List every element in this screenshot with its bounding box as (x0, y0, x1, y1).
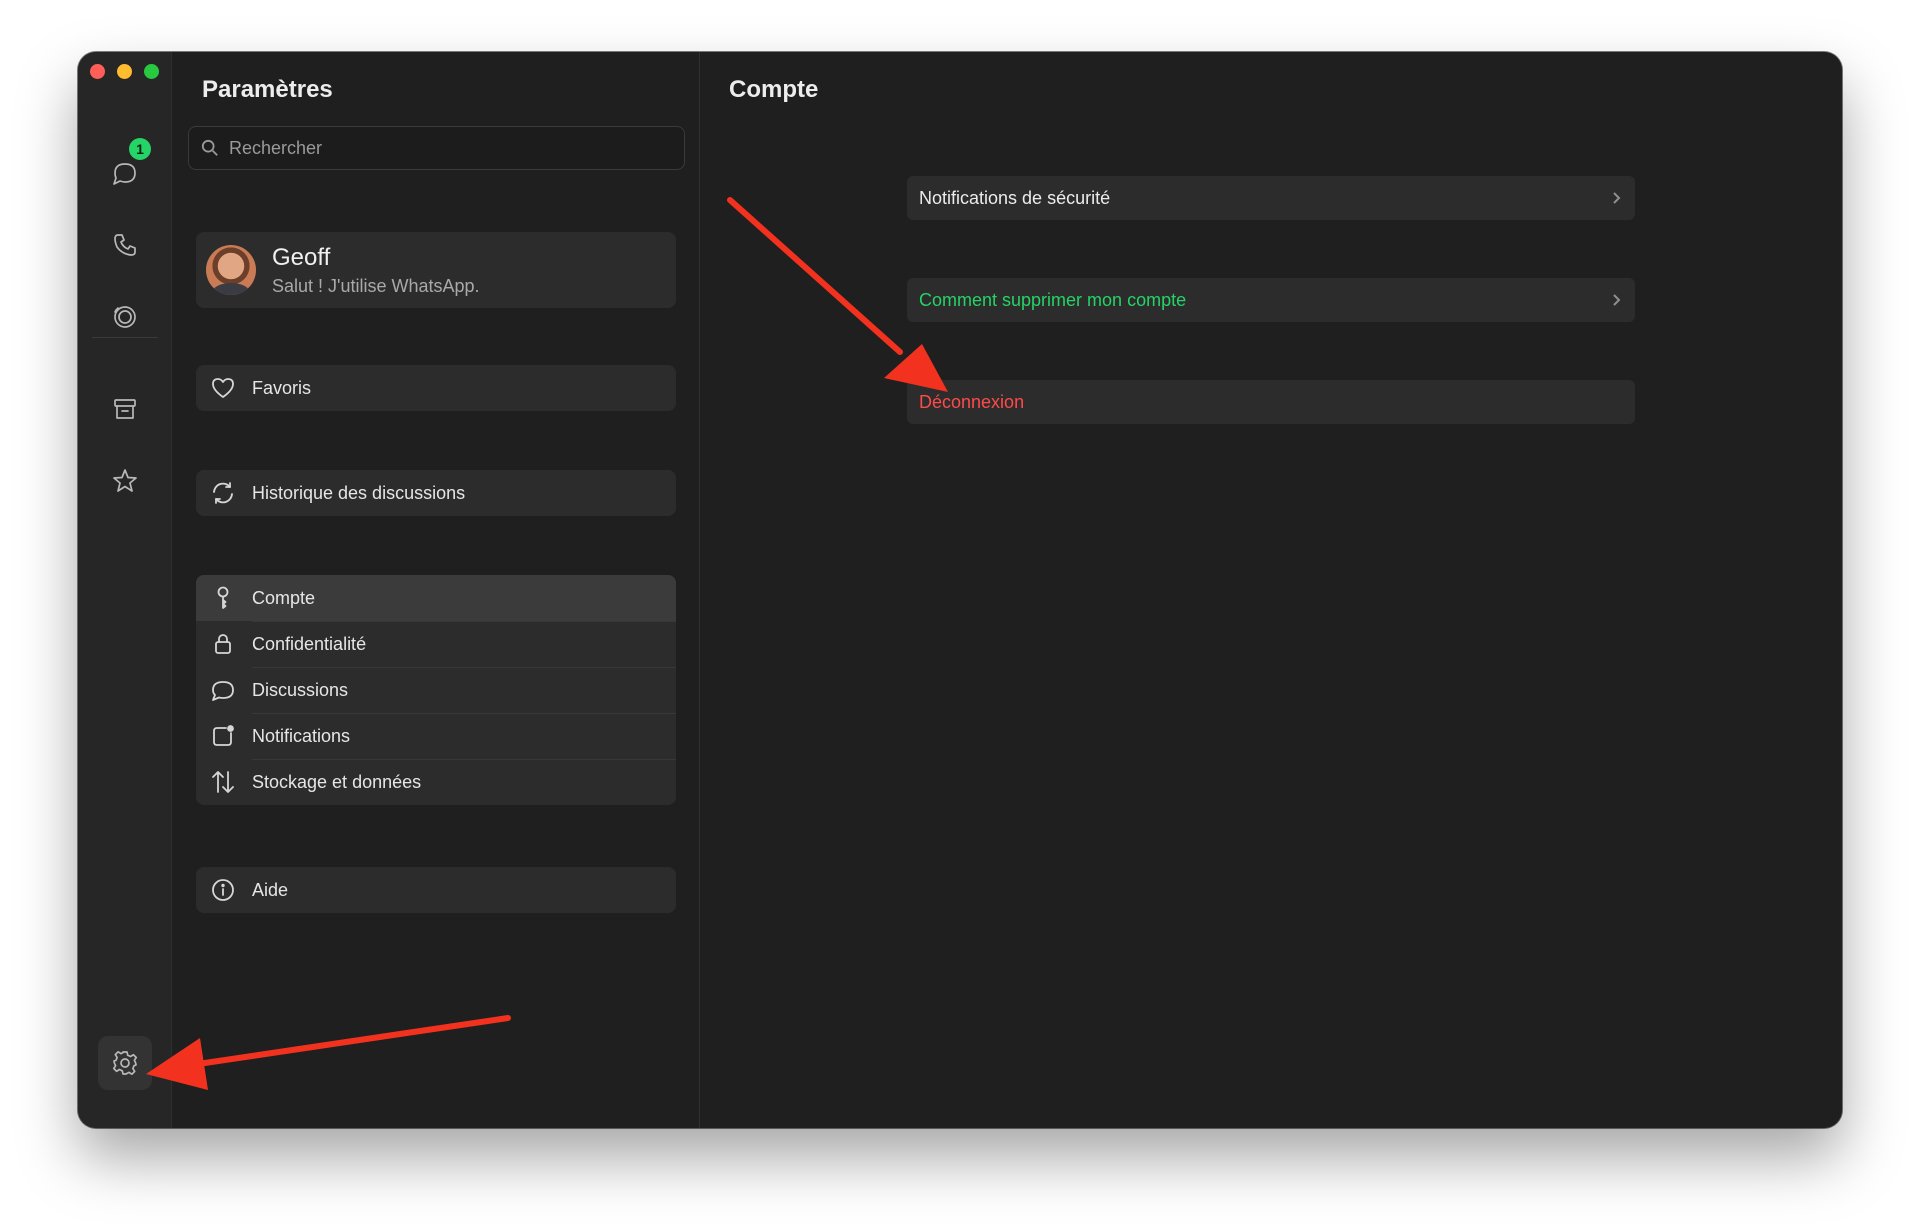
archive-button[interactable] (98, 382, 152, 436)
help-card: Aide (196, 867, 676, 913)
settings-item-label: Favoris (252, 377, 312, 398)
profile-name: Geoff (272, 243, 331, 271)
profile-status: Salut ! J'utilise WhatsApp. (272, 275, 480, 296)
phone-icon (114, 234, 136, 256)
archive-icon (114, 399, 136, 419)
minimize-window-button[interactable] (117, 64, 132, 79)
app-window: 1 Paramètres Rechercher Geoff Salut ! J'… (78, 52, 1842, 1128)
starred-button[interactable] (98, 454, 152, 508)
settings-item-help[interactable]: Aide (196, 867, 676, 913)
security-notifications-row[interactable]: Notifications de sécurité (907, 176, 1635, 220)
arrows-icon (212, 771, 234, 793)
logout-row[interactable]: Déconnexion (907, 380, 1635, 424)
settings-panel: Paramètres Geoff Salut ! J'utilise Whats… (172, 52, 700, 1128)
settings-item-history[interactable]: Historique des discussions (196, 470, 676, 516)
star-icon (113, 469, 137, 492)
settings-item-notifications[interactable]: Notifications (196, 713, 676, 759)
gear-icon (112, 1050, 138, 1076)
avatar (206, 245, 256, 295)
window-controls (90, 64, 159, 79)
profile-card[interactable]: Geoff Salut ! J'utilise WhatsApp. (196, 232, 676, 308)
lock-icon (215, 634, 231, 654)
panel-title: Paramètres (202, 76, 333, 103)
delete-account-row[interactable]: Comment supprimer mon compte (907, 278, 1635, 322)
zoom-window-button[interactable] (144, 64, 159, 79)
key-icon (217, 586, 229, 609)
chats-button[interactable]: 1 (98, 138, 152, 200)
settings-item-storage[interactable]: Stockage et données (196, 759, 676, 805)
settings-item-favorites[interactable]: Favoris (196, 365, 676, 411)
info-icon (212, 879, 234, 901)
search-box[interactable] (188, 126, 685, 170)
status-button[interactable] (98, 290, 152, 344)
unread-badge: 1 (129, 138, 151, 160)
settings-item-label: Notifications (252, 725, 351, 746)
detail-title: Compte (729, 76, 819, 103)
settings-item-account[interactable]: Compte (196, 575, 676, 621)
logout-label: Déconnexion (919, 391, 1025, 412)
settings-item-label: Confidentialité (252, 633, 367, 654)
sync-icon (213, 482, 233, 504)
favorites-card: Favoris (196, 365, 676, 411)
settings-button[interactable] (98, 1036, 152, 1090)
settings-item-label: Discussions (252, 679, 349, 700)
search-icon (201, 139, 218, 156)
detail-panel: Compte Notifications de sécurité Comment… (701, 52, 1842, 1128)
settings-item-discussions[interactable]: Discussions (196, 667, 676, 713)
account-group-card: Compte Confidentialité Discussions Notif… (196, 575, 676, 805)
chat-icon (113, 163, 136, 185)
close-window-button[interactable] (90, 64, 105, 79)
chevron-right-icon (1613, 192, 1621, 204)
search-input[interactable] (229, 137, 649, 159)
delete-account-label: Comment supprimer mon compte (919, 289, 1187, 310)
settings-item-privacy[interactable]: Confidentialité (196, 621, 676, 667)
chat-bubble-icon (212, 681, 234, 701)
left-rail: 1 (78, 52, 172, 1128)
security-notifications-label: Notifications de sécurité (919, 187, 1111, 208)
settings-item-label: Compte (252, 587, 316, 608)
settings-item-label: Historique des discussions (252, 482, 466, 503)
notification-icon (213, 725, 234, 746)
history-card: Historique des discussions (196, 470, 676, 516)
chevron-right-icon (1613, 294, 1621, 306)
settings-item-label: Stockage et données (252, 771, 422, 792)
settings-item-label: Aide (252, 879, 289, 900)
calls-button[interactable] (98, 218, 152, 272)
rail-divider (92, 337, 158, 338)
status-icon (114, 306, 136, 328)
heart-icon (212, 378, 234, 398)
